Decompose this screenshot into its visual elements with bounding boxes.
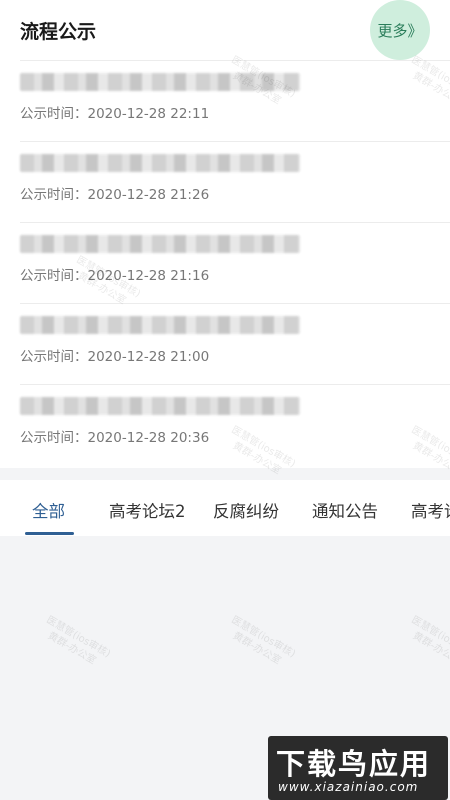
- more-button[interactable]: 更多》: [370, 0, 430, 60]
- publish-time: 公示时间：2020-12-28 22:11: [20, 106, 210, 122]
- watermark: 医慧管(ios审核) 黄群-办公室: [409, 614, 450, 667]
- publish-time: 公示时间：2020-12-28 21:26: [20, 187, 210, 203]
- logo-text: 下载鸟应用: [276, 747, 432, 781]
- list-item[interactable]: 公示时间：2020-12-28 21:26: [20, 142, 450, 223]
- blurred-title: [20, 235, 300, 253]
- blurred-title: [20, 316, 300, 334]
- site-logo: 下载鸟应用 www.xiazainiao.com: [268, 736, 448, 800]
- tab-gaokao-forum-2[interactable]: 高考论坛2: [109, 498, 186, 522]
- logo-url: www.xiazainiao.com: [278, 780, 419, 794]
- section-title: 流程公示: [20, 21, 97, 43]
- blurred-title: [20, 154, 300, 172]
- publish-time: 公示时间：2020-12-28 21:00: [20, 349, 210, 365]
- watermark: 医慧管(ios审核) 黄群-办公室: [44, 614, 113, 667]
- watermark: 医慧管(ios审核) 黄群-办公室: [229, 614, 298, 667]
- list-item[interactable]: 公示时间：2020-12-28 21:00: [20, 304, 450, 385]
- active-tab-indicator: [25, 532, 74, 535]
- tab-all[interactable]: 全部: [32, 498, 65, 522]
- tab-gaokao-forum[interactable]: 高考论: [411, 498, 450, 522]
- blurred-title: [20, 397, 300, 415]
- publish-time: 公示时间：2020-12-28 20:36: [20, 430, 210, 446]
- tab-anti-corruption[interactable]: 反腐纠纷: [213, 498, 279, 522]
- category-tabs: 全部 高考论坛2 反腐纠纷 通知公告 高考论: [0, 480, 450, 536]
- tab-notices[interactable]: 通知公告: [312, 498, 378, 522]
